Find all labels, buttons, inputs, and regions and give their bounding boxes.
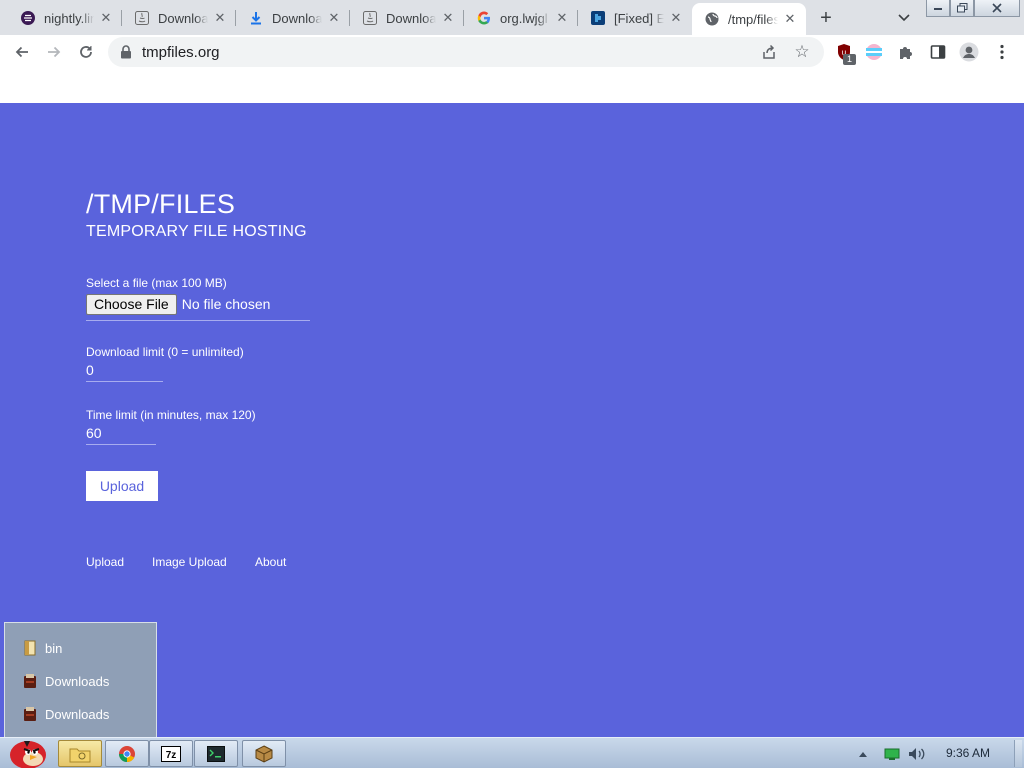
tab-tmpfiles[interactable]: /tmp/files ✕	[692, 3, 806, 35]
taskbar-7zip-button[interactable]: 7z	[149, 740, 193, 767]
file-status-text: No file chosen	[181, 296, 271, 312]
chrome-menu-icon[interactable]	[992, 42, 1012, 62]
taskbar-chrome-button[interactable]	[105, 740, 149, 767]
tab-download-1[interactable]: Download ✕	[122, 4, 236, 32]
tab-title: org.lwjgl	[500, 10, 548, 26]
tab-nightly[interactable]: nightly.lin ✕	[8, 4, 122, 32]
system-tray	[858, 738, 928, 768]
tray-expand-icon[interactable]	[858, 750, 872, 758]
close-tab-icon[interactable]: ✕	[440, 10, 456, 26]
tab-search-chevron-icon[interactable]	[894, 8, 914, 28]
new-tab-button[interactable]: +	[814, 6, 838, 30]
folder-popup-menu: bin Downloads Downloads	[4, 622, 157, 738]
share-icon[interactable]	[760, 43, 778, 61]
footer-link-about[interactable]: About	[255, 555, 286, 569]
lock-icon[interactable]	[118, 44, 134, 60]
svg-text:7z: 7z	[166, 750, 177, 761]
taskbar-package-button[interactable]	[242, 740, 286, 767]
tab-org-lwjgl[interactable]: org.lwjgl ✕	[464, 4, 578, 32]
address-bar[interactable]: tmpfiles.org ☆	[108, 37, 824, 67]
download-limit-label: Download limit (0 = unlimited)	[86, 345, 244, 359]
download-limit-input[interactable]: 0	[86, 362, 163, 382]
eclipse-icon	[20, 10, 36, 26]
close-tab-icon[interactable]: ✕	[554, 10, 570, 26]
time-limit-input[interactable]: 60	[86, 425, 156, 445]
close-tab-icon[interactable]: ✕	[212, 10, 228, 26]
forward-button[interactable]	[42, 40, 66, 64]
tab-strip: nightly.lin ✕ Download ✕ Download ✕ Down…	[0, 0, 1024, 35]
tab-title: Download	[158, 10, 208, 26]
reload-button[interactable]	[74, 40, 98, 64]
popup-item-bin[interactable]: bin	[23, 637, 62, 659]
clock[interactable]: 9:36 AM	[946, 746, 990, 760]
popup-item-downloads[interactable]: Downloads	[23, 670, 109, 692]
url-text[interactable]: tmpfiles.org	[142, 44, 220, 61]
side-panel-icon[interactable]	[928, 42, 948, 62]
site-icon	[590, 10, 606, 26]
popup-item-label: Downloads	[45, 706, 110, 722]
download-icon	[248, 10, 264, 26]
window-controls	[926, 0, 1020, 18]
extension-icon[interactable]	[864, 42, 884, 62]
footer-link-image-upload[interactable]: Image Upload	[152, 555, 227, 569]
folder-icon	[69, 748, 91, 762]
extension-badge: 1	[843, 54, 856, 65]
start-button[interactable]	[4, 737, 50, 768]
taskbar: 7z 9:36 AM	[0, 737, 1024, 768]
java-icon	[134, 10, 150, 26]
puzzle-extensions-icon[interactable]	[896, 42, 916, 62]
profile-avatar-icon[interactable]	[959, 42, 979, 62]
close-tab-icon[interactable]: ✕	[782, 11, 798, 27]
reload-icon	[80, 46, 92, 58]
tab-title: nightly.lin	[44, 10, 94, 26]
back-button[interactable]	[10, 40, 34, 64]
tab-fixed[interactable]: [Fixed] E ✕	[578, 4, 692, 32]
show-desktop-button[interactable]	[1014, 740, 1022, 767]
7zip-icon: 7z	[161, 745, 181, 762]
page-subtitle: TEMPORARY FILE HOSTING	[86, 223, 307, 240]
angry-birds-start-icon	[10, 741, 46, 768]
chrome-icon	[118, 745, 135, 762]
file-icon	[23, 640, 37, 656]
close-tab-icon[interactable]: ✕	[326, 10, 342, 26]
time-limit-label: Time limit (in minutes, max 120)	[86, 408, 256, 422]
forward-arrow-icon	[48, 46, 61, 58]
network-icon[interactable]	[884, 747, 904, 761]
browser-toolbar: tmpfiles.org ☆ u	[0, 35, 1024, 69]
tab-download-2[interactable]: Download ✕	[236, 4, 350, 32]
file-label: Select a file (max 100 MB)	[86, 276, 227, 290]
popup-item-label: bin	[45, 640, 63, 656]
popup-item-label: Downloads	[45, 673, 110, 689]
minimize-button[interactable]	[926, 0, 950, 17]
google-icon	[476, 10, 492, 26]
back-arrow-icon	[15, 46, 28, 58]
downloads-folder-icon	[23, 706, 37, 722]
downloads-folder-icon	[23, 673, 37, 689]
tab-title: Download	[272, 10, 322, 26]
taskbar-folder-button[interactable]	[58, 740, 102, 767]
footer-link-upload[interactable]: Upload	[86, 555, 124, 569]
tab-download-3[interactable]: Download ✕	[350, 4, 464, 32]
close-window-button[interactable]	[974, 0, 1020, 17]
page-title: /TMP/FILES	[86, 189, 236, 219]
taskbar-terminal-button[interactable]	[194, 740, 238, 767]
java-icon	[362, 10, 378, 26]
popup-item-downloads[interactable]: Downloads	[23, 703, 109, 725]
file-input[interactable]: Choose File No file chosen	[86, 294, 310, 321]
globe-icon	[704, 11, 720, 27]
bookmark-star-icon[interactable]: ☆	[792, 42, 812, 62]
volume-icon[interactable]	[908, 747, 928, 761]
package-icon	[255, 744, 273, 763]
restore-button[interactable]	[950, 0, 974, 17]
terminal-icon	[207, 745, 225, 762]
close-tab-icon[interactable]: ✕	[668, 10, 684, 26]
upload-button[interactable]: Upload	[86, 471, 158, 501]
tab-title: [Fixed] E	[614, 10, 664, 26]
close-tab-icon[interactable]: ✕	[98, 10, 114, 26]
choose-file-button[interactable]: Choose File	[86, 294, 177, 315]
tab-title: /tmp/files	[728, 11, 778, 27]
tab-title: Download	[386, 10, 436, 26]
